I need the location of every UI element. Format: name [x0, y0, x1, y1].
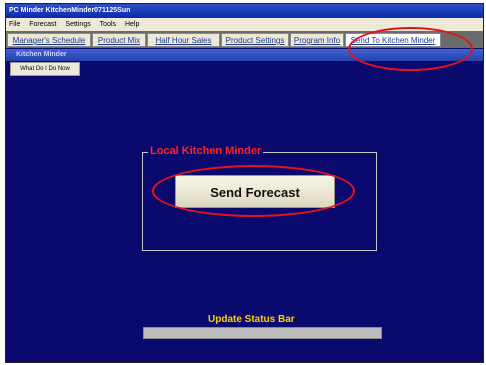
tab-half-hour-sales[interactable]: Half Hour Sales — [147, 33, 220, 47]
menu-forecast[interactable]: Forecast — [29, 21, 56, 28]
status-label: Update Status Bar — [208, 314, 295, 325]
highlight-ring-tab — [348, 27, 473, 71]
tab-program-info[interactable]: Program Info — [290, 33, 344, 47]
menu-settings[interactable]: Settings — [65, 21, 90, 28]
tab-product-settings[interactable]: Product Settings — [221, 33, 289, 47]
window-title: PC Minder KitchenMinder071125Sun — [6, 4, 483, 18]
group-label: Local Kitchen Minder — [148, 145, 264, 157]
menu-tools[interactable]: Tools — [100, 21, 116, 28]
menu-help[interactable]: Help — [125, 21, 139, 28]
tab-product-mix[interactable]: Product Mix — [92, 33, 146, 47]
help-button[interactable]: What Do I Do Now — [10, 62, 80, 76]
update-status-bar — [143, 327, 382, 339]
highlight-ring-button — [152, 165, 355, 217]
tab-managers-schedule[interactable]: Manager's Schedule — [7, 33, 91, 47]
menu-file[interactable]: File — [9, 21, 20, 28]
